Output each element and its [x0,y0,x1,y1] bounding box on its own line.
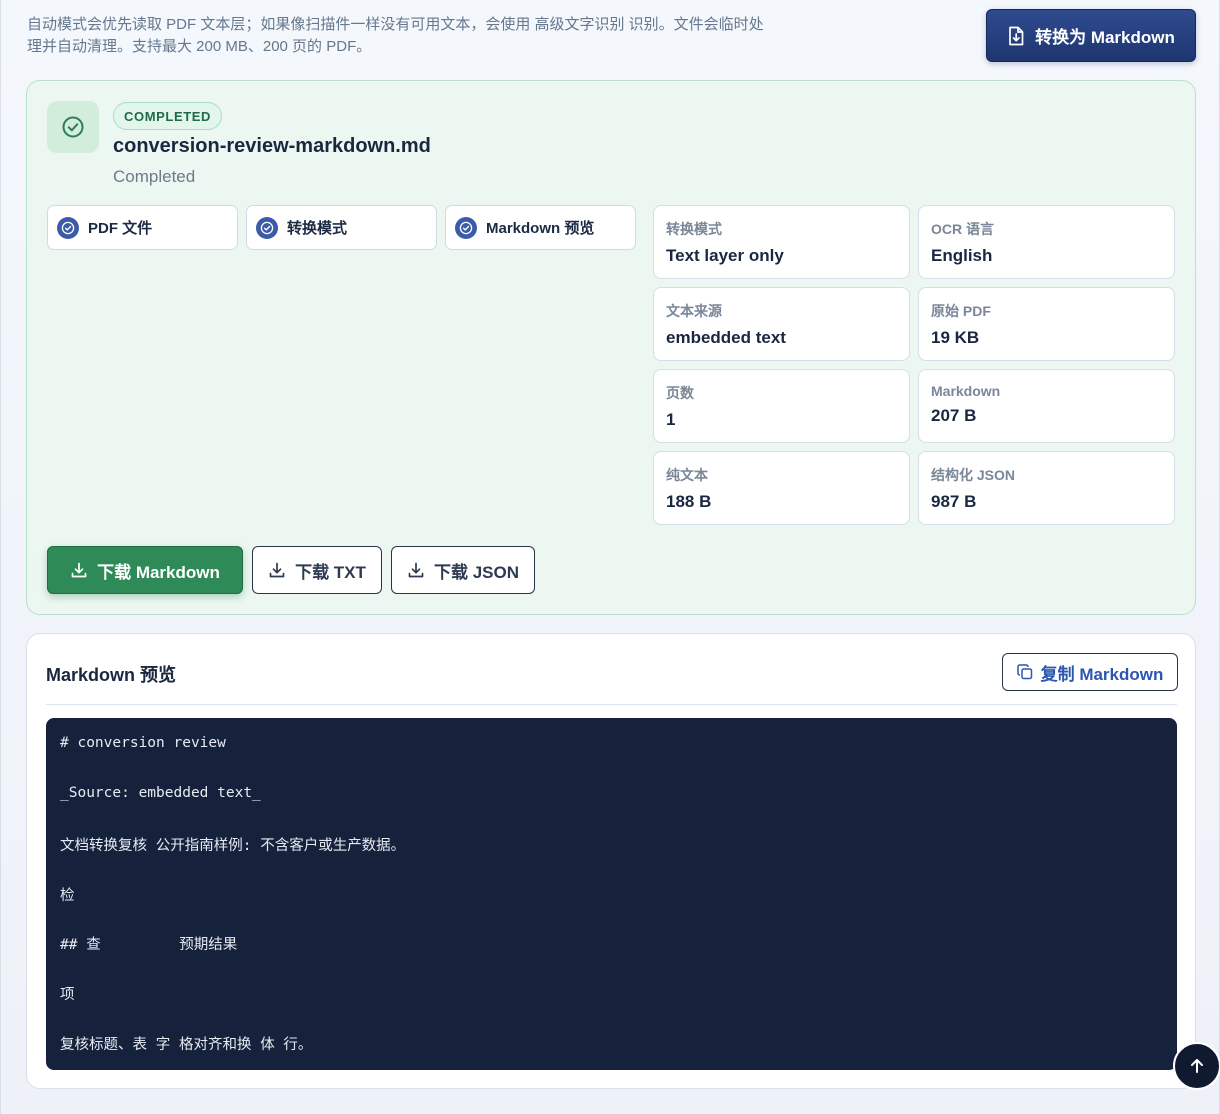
copy-icon [1016,664,1032,680]
meta-label: OCR 语言 [931,221,994,237]
code-line: ## 查 预期结果 [60,937,238,954]
check-icon [57,216,79,239]
step-label: PDF 文件 [88,220,153,237]
meta-markdown-size: Markdown 207 B [918,369,1175,443]
check-icon [256,216,278,239]
helper-text: 自动模式会优先读取 PDF 文本层；如果像扫描件一样没有可用文本，会使用 高级文… [27,16,764,55]
download-txt-button[interactable]: 下载 TXT [252,546,382,594]
meta-label: Markdown [931,383,1001,399]
page: 自动模式会优先读取 PDF 文本层；如果像扫描件一样没有可用文本，会使用 高级文… [0,0,1220,1114]
code-line: # conversion review [60,735,226,751]
meta-value: 188 B [666,492,712,511]
meta-value: 1 [666,410,676,429]
markdown-code-block[interactable]: # conversion review _Source: embedded te… [46,718,1177,1070]
code-line: 文档转换复核 公开指南样例: 不含客户或生产数据。 [60,838,406,855]
code-line: 检 [60,887,75,904]
file-download-icon [1009,26,1024,45]
status-text: Completed [113,167,196,186]
meta-value: 207 B [931,406,977,425]
meta-value: Text layer only [666,246,784,265]
meta-conversion-mode: 转换模式 Text layer only [653,205,910,279]
download-icon [71,562,87,578]
check-circle-icon [62,116,84,138]
code-line: 复核标题、表 字 格对齐和换 体 行。 [60,1036,313,1053]
meta-label: 转换模式 [666,221,722,237]
arrow-up-icon [1191,1059,1203,1073]
download-json-label: 下载 JSON [433,562,520,582]
step-label: 转换模式 [287,220,348,237]
download-json-button[interactable]: 下载 JSON [391,546,535,594]
copy-markdown-button[interactable]: 复制 Markdown [1002,653,1178,691]
markdown-preview-card: Markdown 预览 复制 Markdown # conversion rev… [26,633,1196,1089]
code-line: _Source: embedded text_ [60,784,261,801]
step-markdown-preview: Markdown 预览 [445,205,636,250]
meta-value: 19 KB [931,328,980,347]
scroll-to-top-button[interactable] [1173,1042,1220,1090]
step-label: Markdown 预览 [486,220,595,237]
meta-plain-text-size: 纯文本 188 B [653,451,910,525]
status-icon-box [47,101,99,153]
step-conversion-mode: 转换模式 [246,205,437,250]
step-pdf-file: PDF 文件 [47,205,238,250]
copy-button-label: 复制 Markdown [1040,664,1164,684]
meta-ocr-language: OCR 语言 English [918,205,1175,279]
meta-json-size: 结构化 JSON 987 B [918,451,1175,525]
preview-title: Markdown 预览 [46,665,177,685]
result-card: COMPLETED conversion-review-markdown.md … [26,80,1196,615]
meta-page-count: 页数 1 [653,369,910,443]
download-icon [269,562,285,578]
check-icon [455,216,477,239]
meta-original-pdf-size: 原始 PDF 19 KB [918,287,1175,361]
convert-button-label: 转换为 Markdown [1035,28,1175,47]
file-name: conversion-review-markdown.md [113,135,431,157]
divider [46,704,1177,705]
meta-text-source: 文本来源 embedded text [653,287,910,361]
code-line: 项 [60,986,75,1003]
meta-label: 原始 PDF [931,303,991,319]
download-txt-label: 下载 TXT [295,562,366,582]
download-markdown-label: 下载 Markdown [97,562,220,582]
meta-value: English [931,246,993,265]
convert-to-markdown-button[interactable]: 转换为 Markdown [986,9,1196,62]
meta-value: embedded text [666,328,786,347]
status-badge: COMPLETED [113,102,223,130]
meta-label: 文本来源 [666,303,722,319]
meta-label: 页数 [666,385,694,401]
meta-label: 结构化 JSON [931,467,1016,483]
download-markdown-button[interactable]: 下载 Markdown [47,546,243,594]
meta-value: 987 B [931,492,977,511]
download-icon [408,562,424,578]
meta-label: 纯文本 [666,467,708,483]
